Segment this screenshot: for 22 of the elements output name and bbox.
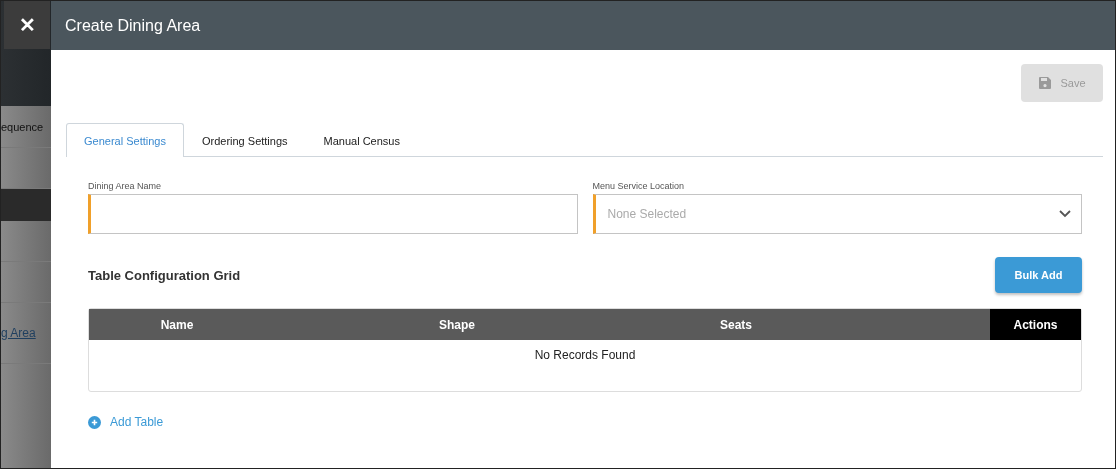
save-icon [1038, 76, 1053, 90]
close-button[interactable]: ✕ [4, 1, 50, 49]
column-header: Name [159, 316, 195, 334]
select-field[interactable]: None Selected [592, 194, 1082, 234]
bulk-add-button[interactable]: Bulk Add [995, 257, 1082, 293]
add-table-link[interactable]: Add Table [88, 415, 164, 429]
background-link[interactable]: g Area [1, 326, 36, 340]
column-header: Shape [438, 316, 476, 334]
dialog-title: Create Dining Area [65, 16, 201, 35]
section-title: Table Configuration Grid [88, 267, 241, 283]
field-label: Dining Area Name [88, 181, 163, 191]
field-label: Menu Service Location [592, 181, 686, 191]
chevron-down-icon [1059, 210, 1071, 218]
tab[interactable]: General Settings [66, 123, 184, 157]
tab[interactable]: Manual Census [305, 123, 418, 157]
empty-message: No Records Found [534, 348, 636, 362]
background-text: equence [1, 120, 44, 133]
tab[interactable]: Ordering Settings [183, 123, 306, 157]
plus-icon [88, 415, 101, 429]
input-field[interactable] [88, 194, 578, 234]
column-header: Actions [990, 309, 1081, 340]
column-header: Seats [719, 316, 753, 334]
